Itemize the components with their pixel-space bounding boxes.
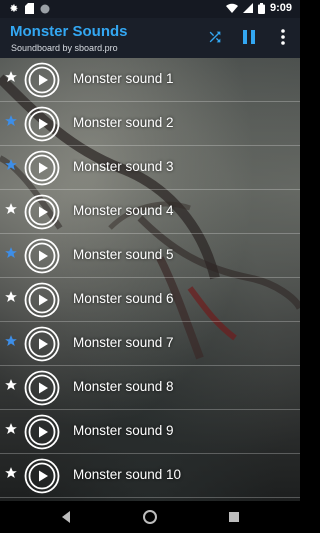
- sound-row[interactable]: Monster sound 1: [0, 58, 300, 102]
- battery-icon: [257, 2, 265, 14]
- wifi-icon: [225, 3, 238, 13]
- more-options-button[interactable]: [272, 26, 294, 48]
- status-left-icons: [8, 3, 50, 14]
- gear-icon: [10, 4, 18, 12]
- sound-label: Monster sound 2: [73, 115, 174, 130]
- sound-row[interactable]: Monster sound 10: [0, 454, 300, 498]
- pause-button[interactable]: [238, 26, 260, 48]
- sound-label: Monster sound 4: [73, 203, 174, 218]
- signal-icon: [242, 3, 253, 13]
- more-vert-icon: [281, 29, 285, 45]
- status-bar: 9:09: [0, 0, 300, 18]
- star-icon[interactable]: [4, 466, 18, 480]
- play-icon[interactable]: [24, 370, 60, 406]
- play-icon[interactable]: [24, 150, 60, 186]
- star-filled-icon[interactable]: [4, 246, 18, 260]
- play-icon[interactable]: [24, 106, 60, 142]
- pause-icon: [243, 30, 255, 44]
- sound-label: Monster sound 5: [73, 247, 174, 262]
- play-icon[interactable]: [24, 62, 60, 98]
- star-icon[interactable]: [4, 378, 18, 392]
- status-time: 9:09: [269, 2, 292, 14]
- navigation-bar: [0, 501, 300, 533]
- app-subtitle: Soundboard by sboard.pro: [11, 43, 118, 53]
- play-icon[interactable]: [24, 238, 60, 274]
- sound-row[interactable]: Monster sound 3: [0, 146, 300, 190]
- play-icon[interactable]: [24, 194, 60, 230]
- sound-label: Monster sound 8: [73, 379, 174, 394]
- sound-row[interactable]: Monster sound 2: [0, 102, 300, 146]
- app-title: Monster Sounds: [10, 23, 128, 40]
- back-icon[interactable]: [58, 509, 74, 525]
- sound-label: Monster sound 3: [73, 159, 174, 174]
- app-bar-actions: [204, 26, 294, 48]
- circle-icon: [40, 4, 50, 13]
- sound-list: Monster sound 1 Monster sound 2 Monster so…: [0, 58, 300, 498]
- play-icon[interactable]: [24, 282, 60, 318]
- sound-row[interactable]: Monster sound 5: [0, 234, 300, 278]
- play-icon[interactable]: [24, 326, 60, 362]
- star-icon[interactable]: [4, 422, 18, 436]
- sound-label: Monster sound 6: [73, 291, 174, 306]
- sound-label: Monster sound 1: [73, 71, 174, 86]
- shuffle-button[interactable]: [204, 26, 226, 48]
- sound-label: Monster sound 7: [73, 335, 174, 350]
- app-bar: Monster Sounds Soundboard by sboard.pro: [0, 18, 300, 58]
- shuffle-icon: [209, 31, 221, 43]
- sound-row[interactable]: Monster sound 9: [0, 410, 300, 454]
- play-icon[interactable]: [24, 414, 60, 450]
- sound-list-area: Monster sound 1 Monster sound 2 Monster so…: [0, 58, 300, 501]
- sound-row[interactable]: Monster sound 4: [0, 190, 300, 234]
- star-icon[interactable]: [4, 70, 18, 84]
- sound-row[interactable]: Monster sound 8: [0, 366, 300, 410]
- sound-label: Monster sound 9: [73, 423, 174, 438]
- star-icon[interactable]: [4, 202, 18, 216]
- status-right-icons: 9:09: [225, 2, 292, 14]
- home-icon[interactable]: [142, 509, 158, 525]
- star-icon[interactable]: [4, 290, 18, 304]
- recents-icon[interactable]: [226, 509, 242, 525]
- star-filled-icon[interactable]: [4, 114, 18, 128]
- star-filled-icon[interactable]: [4, 334, 18, 348]
- sd-card-icon: [25, 3, 34, 14]
- play-icon[interactable]: [24, 458, 60, 494]
- sound-row[interactable]: Monster sound 6: [0, 278, 300, 322]
- star-filled-icon[interactable]: [4, 158, 18, 172]
- sound-row[interactable]: Monster sound 7: [0, 322, 300, 366]
- sound-label: Monster sound 10: [73, 467, 182, 482]
